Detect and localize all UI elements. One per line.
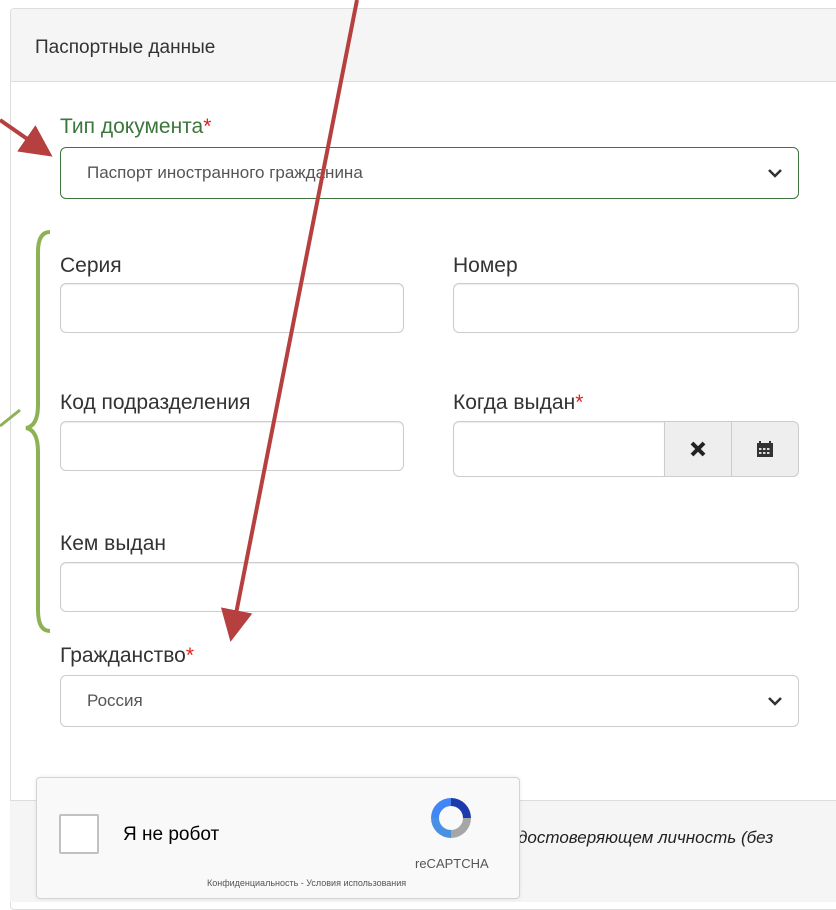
clear-date-button[interactable] (664, 421, 732, 477)
issued-by-label: Кем выдан (60, 532, 166, 555)
issued-by-input[interactable] (60, 562, 799, 612)
number-label: Номер (453, 254, 518, 277)
document-type-select[interactable]: Паспорт иностранного гражданина (60, 147, 799, 199)
division-code-input[interactable] (60, 421, 404, 471)
required-mark: * (185, 644, 195, 667)
series-input[interactable] (60, 283, 404, 333)
footer-note: достоверяющем личность (без (518, 828, 774, 847)
issue-date-input[interactable] (453, 421, 665, 477)
chevron-down-icon (768, 697, 782, 706)
calendar-icon (757, 441, 773, 457)
recaptcha-label: Я не робот (123, 824, 220, 845)
recaptcha-checkbox[interactable] (59, 814, 99, 854)
issue-date-label: Когда выдан* (453, 391, 584, 414)
required-mark: * (575, 391, 584, 414)
times-icon (690, 441, 706, 457)
recaptcha-brand: reCAPTCHA (415, 856, 489, 871)
recaptcha-logo-icon (431, 798, 471, 838)
calendar-button[interactable] (731, 421, 799, 477)
recaptcha-links[interactable]: Конфиденциальность - Условия использован… (207, 878, 406, 888)
panel-heading: Паспортные данные (11, 9, 836, 82)
citizenship-select[interactable]: Россия (60, 675, 799, 727)
division-code-label: Код подразделения (60, 391, 251, 414)
number-input[interactable] (453, 283, 799, 333)
recaptcha-widget: Я не робот reCAPTCHA Конфиденциальность … (36, 777, 520, 899)
document-type-value: Паспорт иностранного гражданина (87, 163, 363, 182)
panel-title: Паспортные данные (35, 37, 216, 58)
citizenship-label: Гражданство* (60, 644, 195, 667)
chevron-down-icon (768, 169, 782, 178)
required-mark: * (203, 115, 212, 138)
document-type-label: Тип документа* (60, 115, 212, 138)
series-label: Серия (60, 254, 122, 277)
citizenship-value: Россия (87, 691, 143, 710)
